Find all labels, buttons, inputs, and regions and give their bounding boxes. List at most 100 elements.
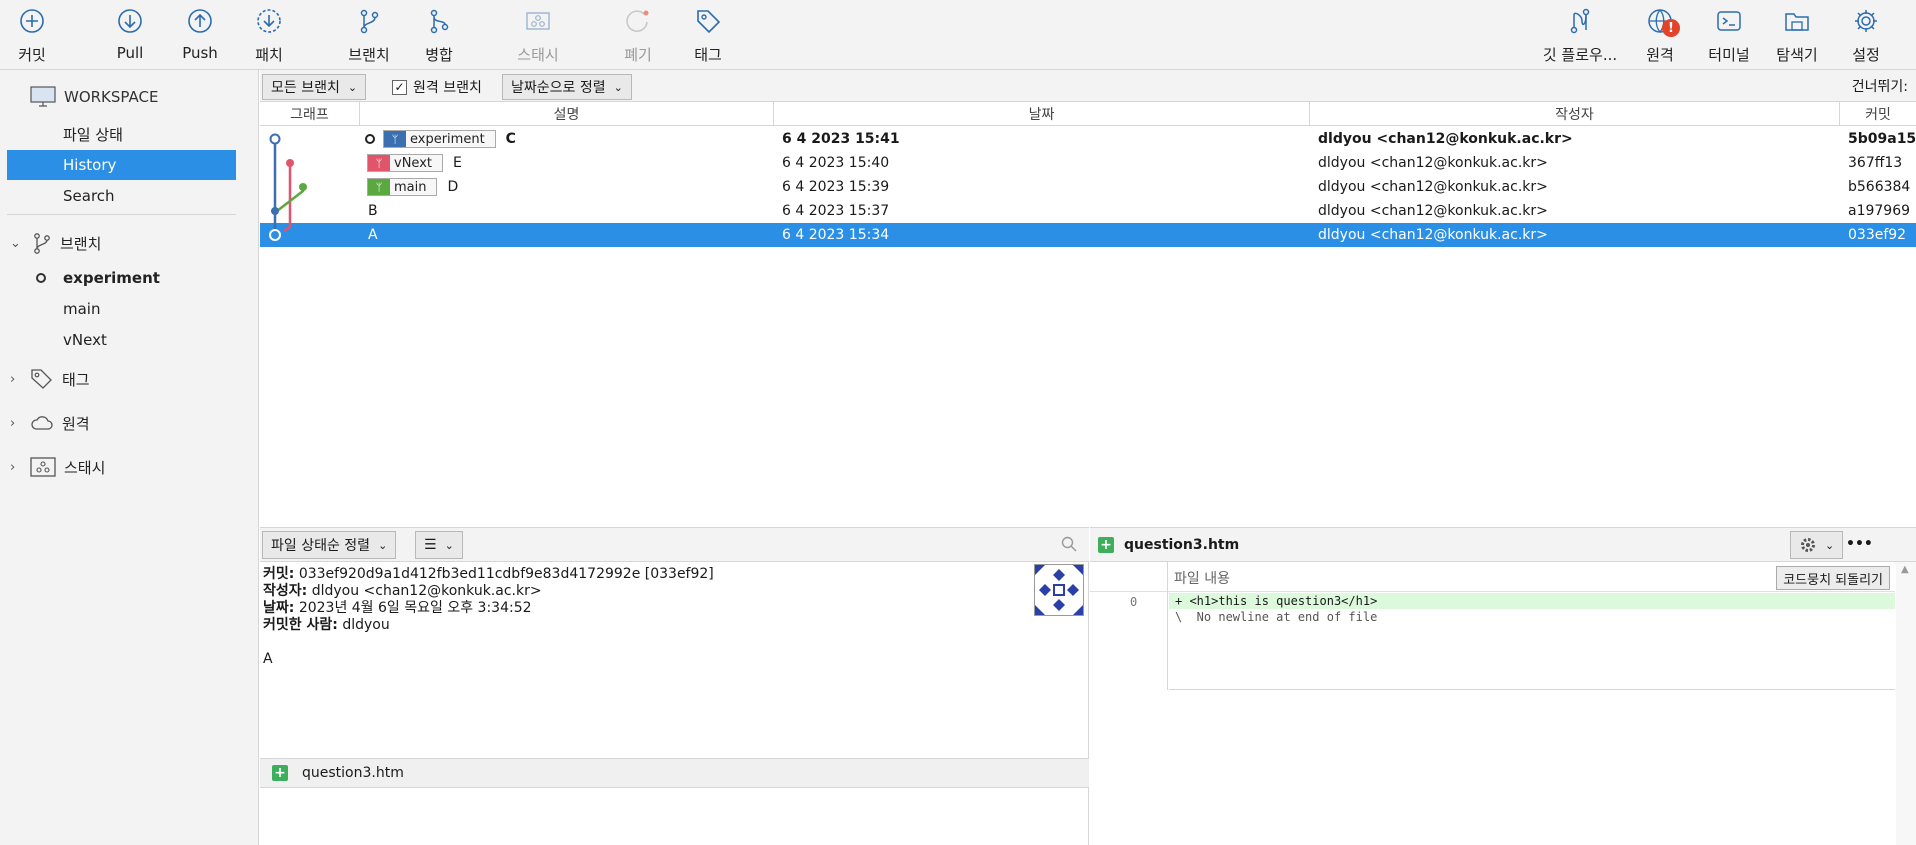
branch-icon: ᛘ <box>368 179 390 195</box>
column-graph[interactable]: 그래프 <box>260 102 360 126</box>
commit-message: C <box>505 131 516 147</box>
tags-header-label: 태그 <box>62 370 90 389</box>
diff-file-name: question3.htm <box>1124 536 1240 553</box>
chevron-down-icon: ⌄ <box>347 80 358 94</box>
remote-button[interactable]: ! 원격 <box>1642 6 1680 66</box>
branch-icon: ᛘ <box>384 131 406 147</box>
commit-list: ᛘ experiment C 6 4 2023 15:41 dldyou <cha… <box>260 127 1916 527</box>
folder-icon <box>1782 6 1812 36</box>
commit-button[interactable]: 커밋 <box>12 6 52 66</box>
terminal-label: 터미널 <box>1708 46 1750 64</box>
terminal-button[interactable]: 터미널 <box>1708 6 1750 66</box>
patch-label: 패치 <box>255 46 283 64</box>
more-options-icon[interactable]: ••• <box>1846 536 1873 552</box>
table-row[interactable]: B 6 4 2023 15:37 dldyou <chan12@konkuk.a… <box>260 199 1916 223</box>
column-author[interactable]: 작성자 <box>1310 102 1840 126</box>
diff-added-line: + <h1>this is question3</h1> <box>1169 593 1895 609</box>
file-sort-dropdown[interactable]: 파일 상태순 정렬 ⌄ <box>262 531 397 559</box>
search-icon[interactable] <box>1061 536 1077 552</box>
skip-label: 건너뛰기: <box>1851 79 1908 95</box>
branch-tag-vnext[interactable]: ᛘ vNext <box>367 154 443 172</box>
scrollbar[interactable]: ▲ <box>1896 562 1916 845</box>
history-label: History <box>63 156 117 174</box>
view-mode-dropdown[interactable]: ☰ ⌄ <box>415 531 463 559</box>
author-cell: dldyou <chan12@konkuk.ac.kr> <box>1318 203 1548 219</box>
merge-icon <box>424 6 454 36</box>
push-button[interactable]: Push <box>182 6 218 66</box>
diff-settings-dropdown[interactable]: ⌄ <box>1790 531 1844 559</box>
sidebar-stash-header[interactable]: › 스태시 <box>0 452 259 482</box>
table-row[interactable]: ᛘ experiment C 6 4 2023 15:41 dldyou <cha… <box>260 127 1916 151</box>
branch-icon: ᛘ <box>368 155 390 171</box>
tag-icon <box>693 6 723 36</box>
remote-branches-checkbox[interactable]: ✓ 원격 브랜치 <box>392 74 482 100</box>
branches-header-label: 브랜치 <box>60 234 102 253</box>
commit-label: 커밋 <box>18 46 46 64</box>
arrow-up-circle-icon <box>185 6 215 36</box>
sidebar-item-branch-main[interactable]: main <box>0 294 259 324</box>
chevron-down-icon: ⌄ <box>613 80 623 94</box>
alert-badge: ! <box>1662 19 1680 37</box>
chevron-right-icon: › <box>10 415 16 431</box>
merge-label: 병합 <box>425 46 453 64</box>
date-cell: 6 4 2023 15:37 <box>782 203 890 219</box>
branch-tag-main[interactable]: ᛘ main <box>367 178 438 196</box>
committer-value: dldyou <box>342 617 390 633</box>
hash-cell: 033ef92 <box>1848 227 1907 243</box>
sidebar-workspace-header: WORKSPACE <box>0 82 259 112</box>
chevron-down-icon: ⌄ <box>378 538 388 552</box>
pull-button[interactable]: Pull <box>115 6 145 66</box>
changed-file-name: question3.htm <box>302 765 404 781</box>
sort-dropdown[interactable]: 날짜순으로 정렬 ⌄ <box>502 74 632 100</box>
column-date[interactable]: 날짜 <box>774 102 1310 126</box>
commit-hash-label: 커밋: <box>263 566 295 582</box>
branch-filter-dropdown[interactable]: 모든 브랜치 ⌄ <box>262 74 367 100</box>
sidebar-tags-header[interactable]: › 태그 <box>0 364 259 394</box>
sidebar-remotes-header[interactable]: › 원격 <box>0 408 259 438</box>
file-added-icon: + <box>272 765 288 781</box>
cloud-icon <box>30 414 54 432</box>
stash-icon <box>30 457 56 477</box>
remote-label: 원격 <box>1646 46 1674 64</box>
chevron-down-icon: ⌄ <box>1825 538 1835 552</box>
merge-button[interactable]: 병합 <box>423 6 455 66</box>
explorer-button[interactable]: 탐색기 <box>1775 6 1819 66</box>
sidebar-item-file-status[interactable]: 파일 상태 <box>0 119 259 149</box>
git-flow-button[interactable]: 깃 플로우... <box>1540 6 1620 66</box>
date-cell: 6 4 2023 15:39 <box>782 179 890 195</box>
sidebar-item-history[interactable]: History <box>7 150 236 180</box>
column-description[interactable]: 설명 <box>360 102 774 126</box>
diff-content: + <h1>this is question3</h1> \ No newlin… <box>1169 593 1895 690</box>
stash-button[interactable]: 스태시 <box>515 6 561 66</box>
head-marker-icon <box>365 134 375 144</box>
column-commit[interactable]: 커밋 <box>1840 102 1916 126</box>
stash-icon <box>523 6 553 36</box>
date-cell: 6 4 2023 15:41 <box>782 131 900 147</box>
sidebar-branches-header[interactable]: ⌄ 브랜치 <box>0 228 259 258</box>
settings-button[interactable]: 설정 <box>1850 6 1882 66</box>
revert-hunk-button[interactable]: 코드뭉치 되돌리기 <box>1776 566 1890 590</box>
patch-button[interactable]: 패치 <box>254 6 284 66</box>
branch-label: 브랜치 <box>348 46 390 64</box>
sidebar-item-branch-vnext[interactable]: vNext <box>0 325 259 355</box>
description-cell: B <box>368 203 378 219</box>
commit-hash-value: 033ef920d9a1d412fb3ed11cdbf9e83d4172992e… <box>298 566 714 582</box>
avatar <box>1034 564 1084 616</box>
tag-button[interactable]: 태그 <box>692 6 724 66</box>
chevron-down-icon: ⌄ <box>444 538 454 552</box>
workspace-label: WORKSPACE <box>64 88 159 106</box>
stash-header-label: 스태시 <box>64 458 106 477</box>
remotes-header-label: 원격 <box>62 414 90 433</box>
branch-button[interactable]: 브랜치 <box>346 6 392 66</box>
sidebar-item-search[interactable]: Search <box>0 181 259 211</box>
discard-button[interactable]: 폐기 <box>622 6 654 66</box>
sidebar-item-branch-experiment[interactable]: experiment <box>0 263 259 293</box>
table-row[interactable]: ᛘ main D 6 4 2023 15:39 dldyou <chan12@ko… <box>260 175 1916 199</box>
table-row[interactable]: ᛘ vNext E 6 4 2023 15:40 dldyou <chan12@k… <box>260 151 1916 175</box>
table-row-selected[interactable]: A 6 4 2023 15:34 dldyou <chan12@konkuk.a… <box>260 223 1916 247</box>
branch-tag-experiment[interactable]: ᛘ experiment <box>383 130 496 148</box>
scroll-up-icon[interactable]: ▲ <box>1901 564 1909 575</box>
push-label: Push <box>182 44 218 62</box>
changed-file-row[interactable]: + question3.htm <box>260 758 1089 788</box>
commit-info: 커밋: 033ef920d9a1d412fb3ed11cdbf9e83d4172… <box>263 566 714 668</box>
